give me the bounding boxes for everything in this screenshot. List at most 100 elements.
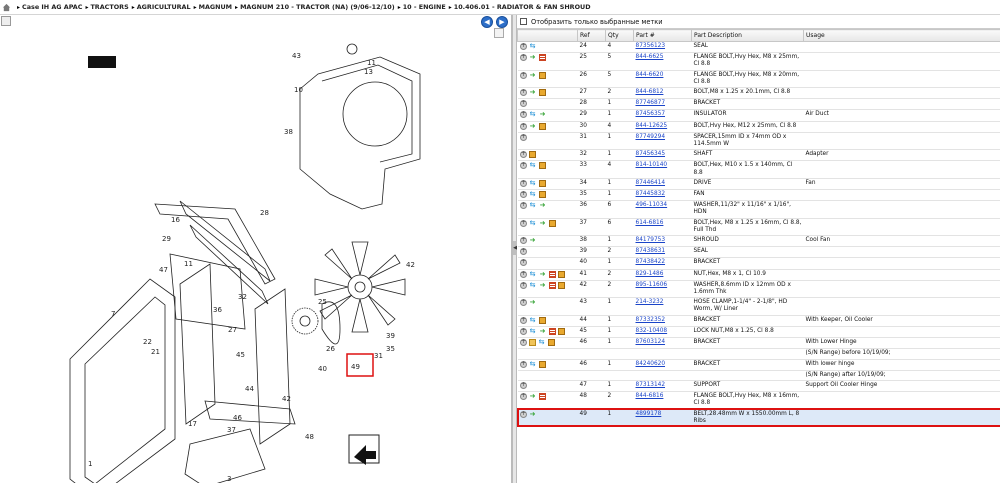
show-selected-checkbox[interactable] <box>520 18 527 25</box>
add-to-cart-icon[interactable] <box>519 71 527 79</box>
package-icon[interactable] <box>538 179 546 187</box>
breadcrumb-item[interactable]: AGRICULTURAL <box>137 3 191 11</box>
table-row[interactable]: (S/N Range) after 10/19/09; <box>517 370 1000 381</box>
add-to-cart-icon[interactable] <box>519 179 527 187</box>
part-number-link[interactable]: 87746877 <box>636 100 666 106</box>
package-icon[interactable] <box>538 71 546 79</box>
table-row[interactable]: ⇆ 46184240620 BRACKETWith lower hinge <box>517 359 1000 371</box>
list-icon[interactable] <box>538 54 546 62</box>
swap-arrows-icon[interactable]: ⇆ <box>529 111 537 118</box>
callout-label[interactable]: 16 <box>171 216 180 224</box>
callout-label[interactable]: 11 <box>367 59 376 67</box>
callout-label[interactable]: 42 <box>282 395 291 403</box>
callout-label[interactable]: 37 <box>227 426 236 434</box>
swap-arrows-icon[interactable]: ⇆ <box>529 43 537 50</box>
table-row[interactable]: ➜ 272844-6812 BOLT,M8 x 1.25 x 20.1mm, Cl … <box>517 87 1000 100</box>
part-number-link[interactable]: 87749294 <box>636 134 666 140</box>
home-icon[interactable] <box>2 3 11 12</box>
add-to-cart-icon[interactable] <box>519 270 527 278</box>
table-row[interactable]: ⇆ 46187603124 BRACKETWith Lower Hinge <box>517 337 1000 350</box>
part-number-link[interactable]: 844-6620 <box>636 72 664 78</box>
package-icon[interactable] <box>538 162 546 170</box>
swap-arrows-icon[interactable]: ⇆ <box>529 270 537 278</box>
table-row[interactable]: ➜ 4914899178 BELT,28.48mm W x 1550.00mm L,… <box>517 407 1000 428</box>
breadcrumb-item[interactable]: 10.406.01 - RADIATOR & FAN SHROUD <box>454 3 591 11</box>
add-to-cart-icon[interactable] <box>519 281 527 289</box>
package-icon[interactable] <box>528 151 536 159</box>
swap-arrows-icon[interactable]: ⇆ <box>529 219 537 227</box>
callout-label[interactable]: 36 <box>213 306 222 314</box>
table-row[interactable]: ⇆ 334814-10140 BOLT,Hex, M10 x 1.5 x 140mm… <box>517 160 1000 179</box>
part-number-link[interactable]: 87456357 <box>636 111 666 117</box>
swap-arrows-icon[interactable]: ⇆ <box>529 360 537 368</box>
callout-label[interactable]: 49 <box>351 363 360 371</box>
package-icon[interactable] <box>538 360 546 368</box>
green-arrow-icon[interactable]: ➜ <box>539 219 547 227</box>
callout-label[interactable]: 47 <box>159 266 168 274</box>
callout-label[interactable]: 32 <box>238 293 247 301</box>
package-icon[interactable] <box>538 316 546 324</box>
callout-label[interactable]: 31 <box>374 352 383 360</box>
green-arrow-icon[interactable]: ➜ <box>529 299 537 306</box>
callout-label[interactable]: 17 <box>188 420 197 428</box>
swap-arrows-icon[interactable]: ⇆ <box>529 316 537 324</box>
green-arrow-icon[interactable]: ➜ <box>529 71 537 79</box>
table-row[interactable]: 39287438631 SEAL <box>517 246 1000 259</box>
callout-label[interactable]: 44 <box>245 385 254 393</box>
callout-label[interactable]: 46 <box>233 414 242 422</box>
table-row[interactable]: ⇆ 35187445832 FAN <box>517 189 1000 202</box>
callout-label[interactable]: 48 <box>305 433 314 441</box>
package-icon[interactable] <box>548 219 556 227</box>
part-number-link[interactable]: 87446414 <box>636 180 666 186</box>
table-row[interactable]: ⇆➜366496-11034WASHER,11/32" x 11/16" x 1… <box>517 200 1000 219</box>
part-number-link[interactable]: 87438631 <box>636 248 666 254</box>
add-to-cart-icon[interactable] <box>519 201 527 210</box>
package-icon[interactable] <box>557 281 565 289</box>
part-number-link[interactable]: 814-10140 <box>636 162 668 168</box>
callout-label[interactable]: 43 <box>292 52 301 60</box>
callout-label[interactable]: 1 <box>88 460 92 468</box>
swap-arrows-icon[interactable]: ⇆ <box>529 202 537 209</box>
part-number-link[interactable]: 844-12625 <box>636 123 668 129</box>
column-header[interactable]: Ref <box>577 29 606 42</box>
next-button[interactable]: ▶ <box>496 16 508 28</box>
swap-arrows-icon[interactable]: ⇆ <box>529 191 537 198</box>
add-to-cart-icon[interactable] <box>519 392 527 401</box>
green-arrow-icon[interactable]: ➜ <box>529 54 537 61</box>
add-to-cart-icon[interactable] <box>519 327 527 335</box>
zoom-icon[interactable] <box>1 16 11 26</box>
package-icon[interactable] <box>557 270 565 278</box>
callout-label[interactable]: 29 <box>162 235 171 243</box>
add-to-cart-icon[interactable] <box>519 381 527 389</box>
table-row[interactable]: ➜ 304844-12625 BOLT,Hvy Hex, M12 x 25mm, C… <box>517 121 1000 133</box>
swap-arrows-icon[interactable]: ⇆ <box>529 162 537 169</box>
package-icon[interactable] <box>538 191 546 199</box>
list-icon[interactable] <box>538 393 546 401</box>
add-to-cart-icon[interactable] <box>519 360 527 368</box>
callout-label[interactable]: 42 <box>406 261 415 269</box>
table-row[interactable]: ⇆➜412829-1486NUT,Hex, M8 x 1, Cl 10.9 <box>517 269 1000 281</box>
green-arrow-icon[interactable]: ➜ <box>529 393 537 400</box>
callout-label[interactable]: 11 <box>184 260 193 268</box>
callout-label[interactable]: 40 <box>318 365 327 373</box>
green-arrow-icon[interactable]: ➜ <box>529 89 537 96</box>
table-row[interactable]: (S/N Range) before 10/19/09; <box>517 348 1000 360</box>
table-row[interactable]: 32187456345 SHAFTAdapter <box>517 149 1000 162</box>
part-number-link[interactable]: 844-6816 <box>636 393 664 399</box>
swap-arrows-icon[interactable]: ⇆ <box>529 179 537 187</box>
green-arrow-icon[interactable]: ➜ <box>539 281 547 289</box>
swap-arrows-icon[interactable]: ⇆ <box>529 281 537 289</box>
add-to-cart-icon[interactable] <box>519 316 527 324</box>
add-to-cart-icon[interactable] <box>519 410 527 418</box>
table-row[interactable]: 40187438422 BRACKET <box>517 257 1000 270</box>
green-arrow-icon[interactable]: ➜ <box>539 202 547 209</box>
package-icon[interactable] <box>538 89 546 97</box>
callout-label[interactable]: 3 <box>227 475 231 483</box>
add-to-cart-icon[interactable] <box>519 150 527 159</box>
table-row[interactable]: ⇆ 24487356123 SEAL <box>517 41 1000 54</box>
table-row[interactable]: 31187749294 SPACER,15mm ID x 74mm OD x 11… <box>517 132 1000 151</box>
column-header[interactable]: Part Description <box>691 29 804 42</box>
add-to-cart-icon[interactable] <box>519 219 527 227</box>
callout-label[interactable]: 27 <box>228 326 237 334</box>
add-to-cart-icon[interactable] <box>519 42 527 50</box>
